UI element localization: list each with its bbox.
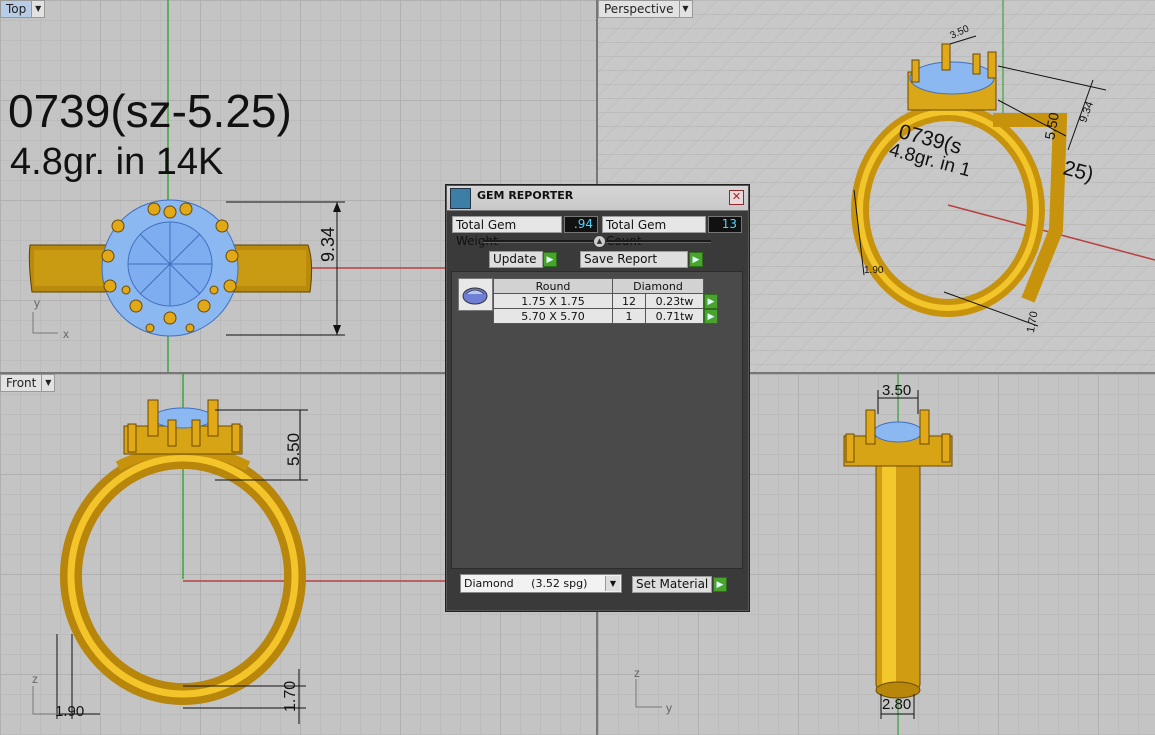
dimension-label: 2.80 (882, 696, 912, 713)
ring-title-annotation: 0739(sz-5.25) (8, 85, 292, 137)
gem-count-cell: 1 (612, 308, 646, 324)
axis-label-z: z (32, 672, 38, 686)
gem-report-area: Round Diamond 1.75 X 1.75 12 0.23tw ▶ 5.… (451, 271, 743, 569)
viewport-label-front[interactable]: Front ▼ (0, 374, 56, 392)
material-select-value: Diamond (3.52 spg) (464, 577, 588, 590)
viewport-label-perspective[interactable]: Perspective ▼ (598, 0, 693, 18)
gem-weight-cell: 0.71tw (645, 308, 704, 324)
dimension-label: 1.90 (55, 703, 85, 720)
table-row[interactable]: 5.70 X 5.70 1 0.71tw ▶ (493, 308, 727, 324)
total-gem-count-value: 13 (708, 216, 742, 233)
gem-reporter-title: GEM REPORTER (477, 189, 574, 202)
play-icon[interactable]: ▶ (713, 577, 727, 592)
dimension-label: 9.34 (318, 226, 338, 262)
play-icon[interactable]: ▶ (543, 252, 557, 267)
axis-label-y: y (34, 296, 40, 310)
set-material-button[interactable]: Set Material (632, 576, 712, 593)
axis-label-y: y (666, 701, 672, 715)
chevron-down-icon[interactable]: ▼ (679, 0, 693, 18)
chevron-down-icon[interactable]: ▼ (32, 0, 46, 18)
update-button[interactable]: Update (489, 251, 543, 268)
material-select[interactable]: Diamond (3.52 spg) ▼ (460, 574, 622, 593)
play-icon[interactable]: ▶ (689, 252, 703, 267)
viewport-name[interactable]: Perspective (598, 0, 680, 18)
dimension-label: 3.50 (882, 382, 912, 399)
gem-count-cell: 12 (612, 293, 646, 309)
gem-reporter-app-icon (450, 188, 471, 209)
gem-table: Round Diamond 1.75 X 1.75 12 0.23tw ▶ 5.… (493, 278, 727, 324)
save-report-button[interactable]: Save Report (580, 251, 688, 268)
gem-thumbnail-icon[interactable] (458, 278, 493, 311)
chevron-down-icon[interactable]: ▼ (42, 374, 56, 392)
play-icon[interactable]: ▶ (704, 293, 718, 309)
gem-shape-header: Round (493, 278, 613, 294)
gem-reporter-titlebar[interactable]: GEM REPORTER ✕ (447, 186, 748, 211)
viewport-name[interactable]: Top (0, 0, 33, 18)
size-slider-handle[interactable]: ▲ (593, 235, 606, 248)
dimension-label: 1.70 (282, 680, 299, 712)
viewport-name[interactable]: Front (0, 374, 43, 392)
gem-size-cell: 5.70 X 5.70 (493, 308, 613, 324)
gem-reporter-panel: GEM REPORTER ✕ Total Gem Weight .94 Tota… (446, 185, 749, 611)
gem-weight-cell: 0.23tw (645, 293, 704, 309)
table-row[interactable]: 1.75 X 1.75 12 0.23tw ▶ (493, 293, 727, 309)
close-icon[interactable]: ✕ (729, 190, 744, 205)
ring-weight-annotation: 4.8gr. in 14K (10, 141, 224, 183)
viewport-label-top[interactable]: Top ▼ (0, 0, 46, 18)
dimension-label: 5.50 (284, 432, 303, 466)
dimension-label: 1.90 (864, 265, 884, 276)
total-gem-weight-label: Total Gem Weight (452, 216, 562, 248)
gem-material-header: Diamond (612, 278, 704, 294)
axis-label-x: x (63, 327, 69, 341)
play-icon[interactable]: ▶ (704, 308, 718, 324)
axis-label-z: z (634, 666, 640, 680)
total-gem-weight-value: .94 (564, 216, 598, 233)
gem-size-cell: 1.75 X 1.75 (493, 293, 613, 309)
chevron-down-icon[interactable]: ▼ (605, 576, 620, 591)
total-gem-count-label: Total Gem Count (602, 216, 706, 248)
